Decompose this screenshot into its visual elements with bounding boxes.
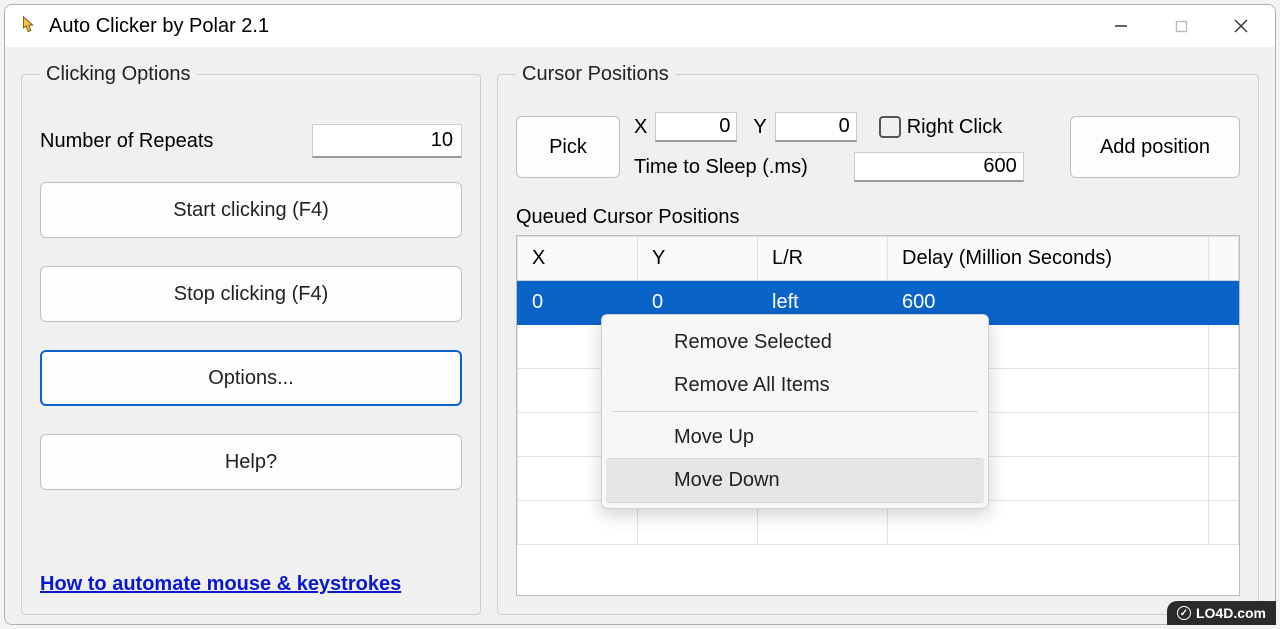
automate-link[interactable]: How to automate mouse & keystrokes (40, 573, 462, 596)
repeats-label: Number of Repeats (40, 130, 213, 153)
window-title: Auto Clicker by Polar 2.1 (49, 15, 1091, 38)
checkbox-icon (879, 116, 901, 138)
titlebar[interactable]: Auto Clicker by Polar 2.1 (5, 5, 1275, 47)
col-y[interactable]: Y (638, 237, 758, 281)
client-area: Clicking Options Number of Repeats Start… (5, 47, 1275, 624)
cursor-positions-group: Cursor Positions Pick X Y Right Click (497, 63, 1259, 615)
app-window: Auto Clicker by Polar 2.1 Clicking Optio… (4, 4, 1276, 625)
close-button[interactable] (1211, 5, 1271, 47)
table-header-row: X Y L/R Delay (Million Seconds) (518, 237, 1239, 281)
menu-move-up[interactable]: Move Up (602, 416, 988, 459)
menu-remove-all[interactable]: Remove All Items (602, 364, 988, 407)
sleep-input[interactable] (854, 152, 1024, 182)
repeats-input[interactable] (312, 124, 462, 158)
sleep-label: Time to Sleep (.ms) (634, 156, 808, 179)
add-position-button[interactable]: Add position (1070, 116, 1240, 178)
col-spacer (1209, 237, 1239, 281)
context-menu: Remove Selected Remove All Items Move Up… (601, 314, 989, 509)
pick-button[interactable]: Pick (516, 116, 620, 178)
menu-remove-selected[interactable]: Remove Selected (602, 321, 988, 364)
help-button[interactable]: Help? (40, 434, 462, 490)
cursor-positions-legend: Cursor Positions (516, 63, 675, 86)
right-click-label: Right Click (907, 116, 1003, 139)
queued-positions-table-wrap: X Y L/R Delay (Million Seconds) 0 0 left (516, 235, 1240, 596)
y-input[interactable] (775, 112, 857, 142)
queued-positions-label: Queued Cursor Positions (516, 206, 1240, 229)
menu-move-down[interactable]: Move Down (606, 458, 984, 503)
y-label: Y (753, 116, 766, 139)
clicking-options-group: Clicking Options Number of Repeats Start… (21, 63, 481, 615)
col-lr[interactable]: L/R (758, 237, 888, 281)
stop-clicking-button[interactable]: Stop clicking (F4) (40, 266, 462, 322)
maximize-button[interactable] (1151, 5, 1211, 47)
watermark-icon: ✓ (1177, 606, 1191, 620)
col-delay[interactable]: Delay (Million Seconds) (888, 237, 1209, 281)
start-clicking-button[interactable]: Start clicking (F4) (40, 182, 462, 238)
clicking-options-legend: Clicking Options (40, 63, 197, 86)
watermark-text: LO4D.com (1196, 605, 1266, 621)
minimize-button[interactable] (1091, 5, 1151, 47)
x-label: X (634, 116, 647, 139)
options-button[interactable]: Options... (40, 350, 462, 406)
x-input[interactable] (655, 112, 737, 142)
app-icon (17, 15, 39, 37)
col-x[interactable]: X (518, 237, 638, 281)
watermark-badge: ✓ LO4D.com (1167, 601, 1276, 625)
menu-separator (612, 411, 978, 412)
right-click-checkbox[interactable]: Right Click (879, 116, 1003, 139)
